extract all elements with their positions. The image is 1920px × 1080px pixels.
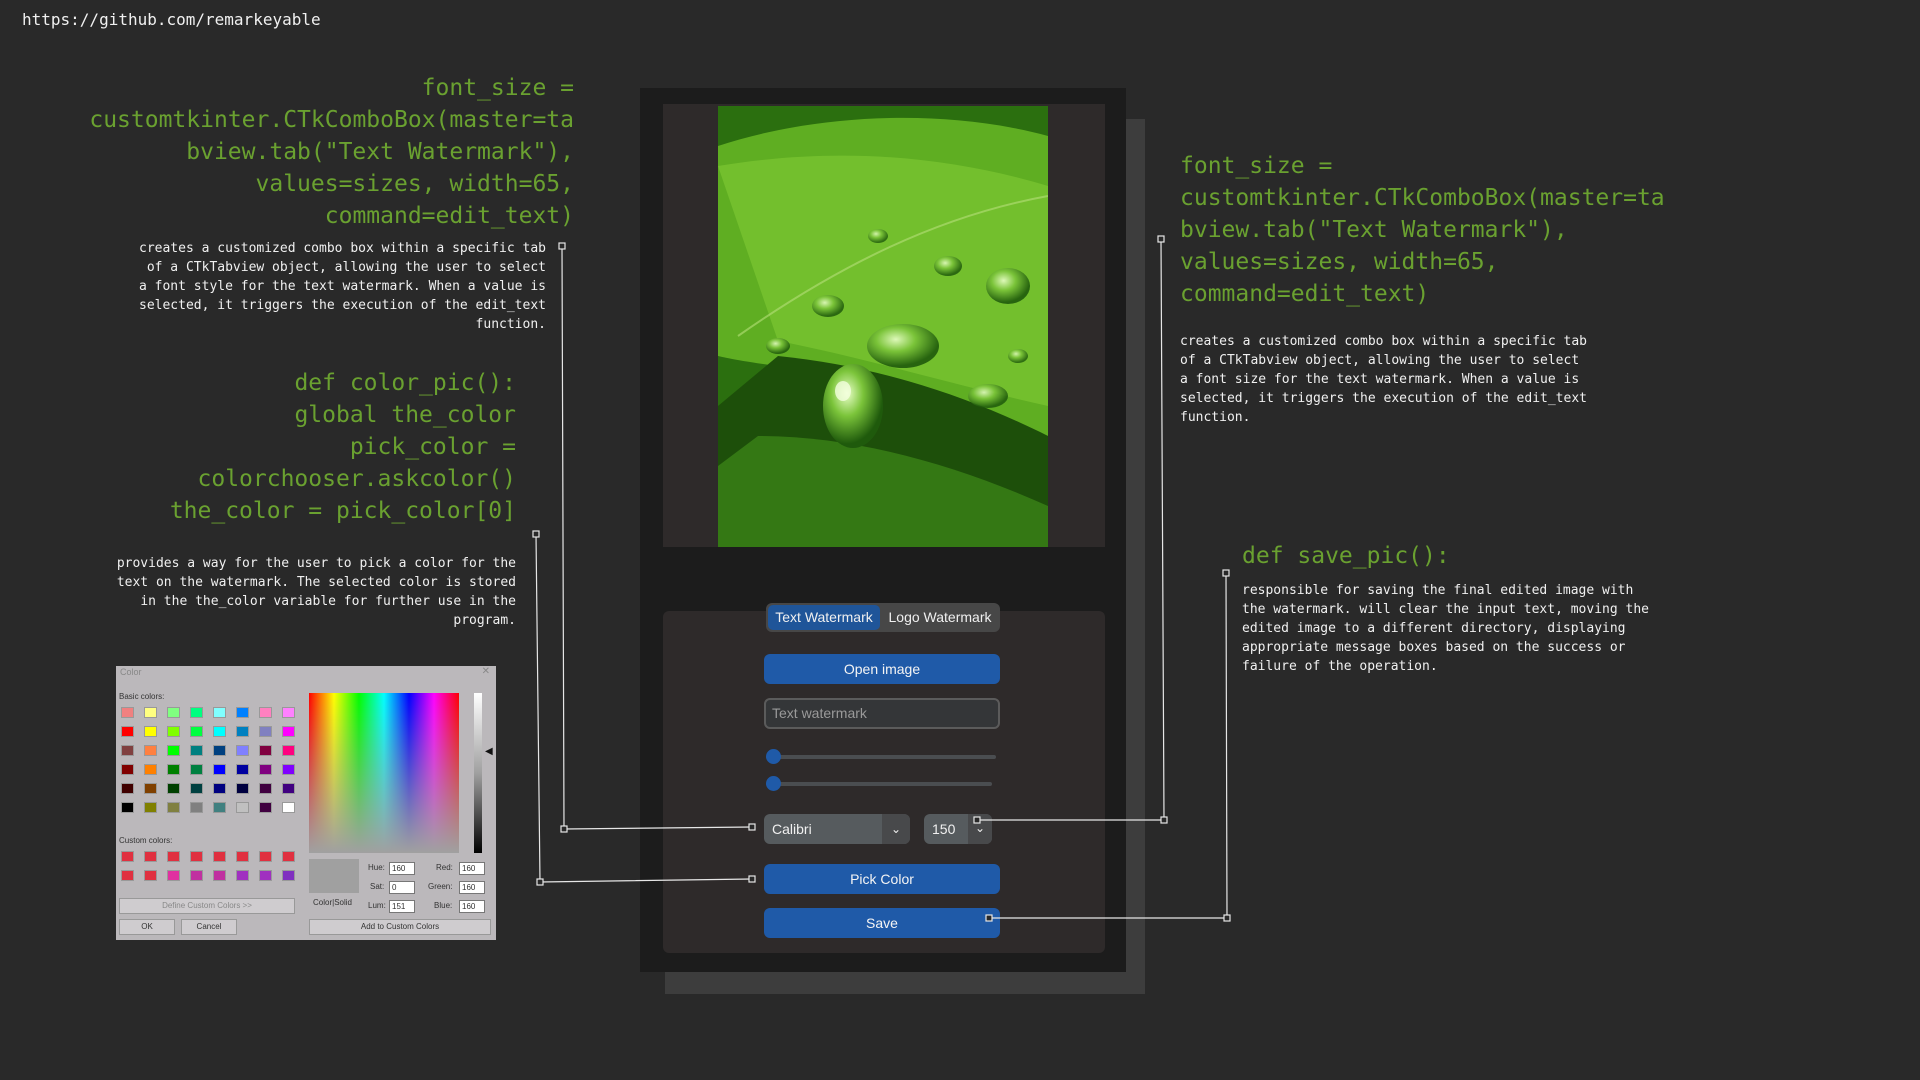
- custom-color-swatch[interactable]: [259, 870, 272, 881]
- basic-color-swatch[interactable]: [167, 764, 180, 775]
- custom-color-swatch[interactable]: [259, 851, 272, 862]
- luminance-arrow-icon[interactable]: ◀: [485, 746, 493, 757]
- basic-color-swatch[interactable]: [190, 783, 203, 794]
- cancel-button[interactable]: Cancel: [181, 919, 237, 935]
- basic-color-swatch[interactable]: [167, 783, 180, 794]
- basic-color-swatch[interactable]: [121, 802, 134, 813]
- dialog-title: Color: [120, 667, 142, 677]
- basic-color-swatch[interactable]: [144, 745, 157, 756]
- basic-color-swatch[interactable]: [213, 783, 226, 794]
- define-custom-colors-button[interactable]: Define Custom Colors >>: [119, 898, 295, 914]
- custom-color-swatch[interactable]: [144, 851, 157, 862]
- custom-colors-label: Custom colors:: [119, 836, 173, 845]
- basic-color-swatch[interactable]: [190, 764, 203, 775]
- basic-color-swatch[interactable]: [236, 783, 249, 794]
- custom-color-swatch[interactable]: [282, 851, 295, 862]
- basic-color-swatch[interactable]: [213, 707, 226, 718]
- basic-color-swatch[interactable]: [167, 726, 180, 737]
- custom-color-swatch[interactable]: [190, 851, 203, 862]
- basic-color-swatch[interactable]: [259, 707, 272, 718]
- basic-color-swatch[interactable]: [121, 783, 134, 794]
- luminance-bar[interactable]: [474, 693, 482, 853]
- color-dialog: Color ✕ Basic colors: Custom colors: Def…: [116, 666, 496, 940]
- blue-label: Blue:: [434, 901, 453, 910]
- custom-color-swatch[interactable]: [121, 851, 134, 862]
- green-label: Green:: [428, 882, 453, 891]
- basic-color-swatch[interactable]: [282, 764, 295, 775]
- basic-color-swatch[interactable]: [190, 707, 203, 718]
- basic-color-swatch[interactable]: [259, 783, 272, 794]
- custom-color-swatch[interactable]: [167, 870, 180, 881]
- basic-color-swatch[interactable]: [144, 764, 157, 775]
- close-icon[interactable]: ✕: [482, 666, 490, 677]
- basic-color-swatch[interactable]: [259, 764, 272, 775]
- basic-color-swatch[interactable]: [121, 764, 134, 775]
- green-field[interactable]: 160: [459, 881, 485, 894]
- basic-color-swatch[interactable]: [259, 802, 272, 813]
- basic-color-swatch[interactable]: [121, 726, 134, 737]
- basic-color-swatch[interactable]: [282, 783, 295, 794]
- basic-color-swatch[interactable]: [282, 726, 295, 737]
- custom-color-swatch[interactable]: [282, 870, 295, 881]
- custom-color-swatch[interactable]: [167, 851, 180, 862]
- basic-color-swatch[interactable]: [213, 802, 226, 813]
- custom-color-swatch[interactable]: [213, 851, 226, 862]
- basic-color-swatch[interactable]: [282, 745, 295, 756]
- sat-field[interactable]: 0: [389, 881, 415, 894]
- basic-color-swatch[interactable]: [213, 745, 226, 756]
- basic-color-swatch[interactable]: [236, 726, 249, 737]
- basic-color-swatch[interactable]: [236, 764, 249, 775]
- basic-color-swatch[interactable]: [121, 707, 134, 718]
- basic-color-swatch[interactable]: [190, 802, 203, 813]
- color-solid-label: Color|Solid: [313, 898, 352, 907]
- basic-color-swatch[interactable]: [236, 745, 249, 756]
- basic-color-swatch[interactable]: [259, 726, 272, 737]
- custom-color-swatch[interactable]: [190, 870, 203, 881]
- custom-color-swatch[interactable]: [236, 870, 249, 881]
- basic-color-swatch[interactable]: [144, 802, 157, 813]
- basic-color-swatch[interactable]: [213, 764, 226, 775]
- color-preview: [309, 859, 359, 893]
- red-field[interactable]: 160: [459, 862, 485, 875]
- custom-color-swatch[interactable]: [121, 870, 134, 881]
- basic-color-swatch[interactable]: [121, 745, 134, 756]
- basic-color-swatch[interactable]: [282, 802, 295, 813]
- custom-color-swatch[interactable]: [144, 870, 157, 881]
- custom-color-swatch[interactable]: [236, 851, 249, 862]
- basic-color-swatch[interactable]: [236, 707, 249, 718]
- lum-field[interactable]: 151: [389, 900, 415, 913]
- basic-color-swatch[interactable]: [144, 783, 157, 794]
- basic-color-swatch[interactable]: [213, 726, 226, 737]
- basic-color-swatch[interactable]: [144, 726, 157, 737]
- basic-color-swatch[interactable]: [190, 726, 203, 737]
- ok-button[interactable]: OK: [119, 919, 175, 935]
- basic-color-swatch[interactable]: [144, 707, 157, 718]
- basic-color-swatch[interactable]: [167, 802, 180, 813]
- sat-label: Sat:: [370, 882, 385, 891]
- custom-color-swatch[interactable]: [213, 870, 226, 881]
- basic-color-swatch[interactable]: [236, 802, 249, 813]
- hue-label: Hue:: [368, 863, 385, 872]
- basic-color-swatch[interactable]: [282, 707, 295, 718]
- basic-colors-label: Basic colors:: [119, 692, 165, 701]
- hue-field[interactable]: 160: [389, 862, 415, 875]
- red-label: Red:: [436, 863, 453, 872]
- lum-label: Lum:: [368, 901, 386, 910]
- blue-field[interactable]: 160: [459, 900, 485, 913]
- color-spectrum[interactable]: [309, 693, 459, 853]
- basic-color-swatch[interactable]: [167, 745, 180, 756]
- add-to-custom-colors-button[interactable]: Add to Custom Colors: [309, 919, 491, 935]
- basic-color-swatch[interactable]: [190, 745, 203, 756]
- basic-color-swatch[interactable]: [259, 745, 272, 756]
- basic-color-swatch[interactable]: [167, 707, 180, 718]
